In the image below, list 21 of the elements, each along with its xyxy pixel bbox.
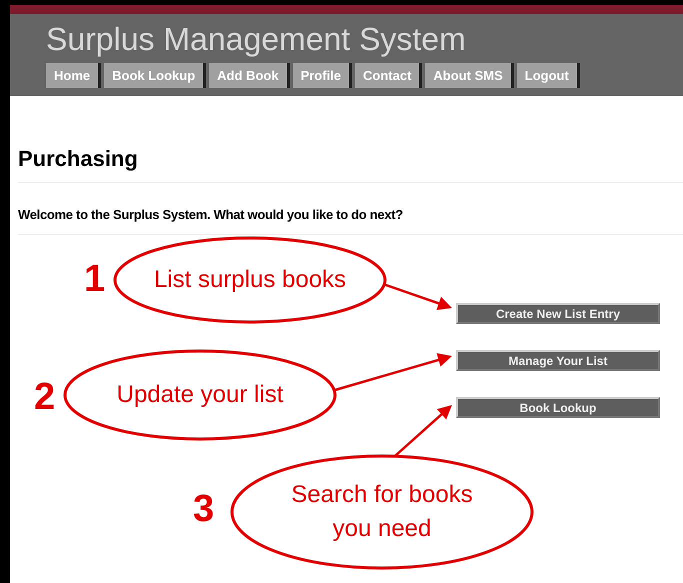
- welcome-text: Welcome to the Surplus System. What would you like to do next?: [18, 207, 404, 222]
- page-heading: Purchasing: [18, 146, 139, 172]
- step-number: 2: [34, 376, 56, 418]
- nav-tab[interactable]: Home: [46, 63, 102, 88]
- callout-text: Update your list: [116, 380, 284, 410]
- action-button[interactable]: Book Lookup: [456, 397, 660, 418]
- action-button[interactable]: Manage Your List: [456, 350, 660, 371]
- callout-text: List surplus books: [154, 265, 346, 295]
- nav-tab[interactable]: Profile: [292, 63, 352, 88]
- nav-tab[interactable]: Logout: [516, 63, 580, 88]
- action-button[interactable]: Create New List Entry: [456, 303, 660, 324]
- arrow: [394, 405, 452, 457]
- nav-tab[interactable]: About SMS: [425, 63, 514, 88]
- site-title: Surplus Management System: [46, 21, 467, 57]
- step-number: 1: [84, 258, 106, 300]
- nav-tab[interactable]: Contact: [355, 63, 422, 88]
- step-number: 3: [193, 488, 214, 530]
- nav-tab[interactable]: Add Book: [209, 63, 290, 88]
- callout-text: Search for books you need: [290, 480, 474, 544]
- arrow: [382, 282, 452, 310]
- nav-tab[interactable]: Book Lookup: [104, 63, 206, 88]
